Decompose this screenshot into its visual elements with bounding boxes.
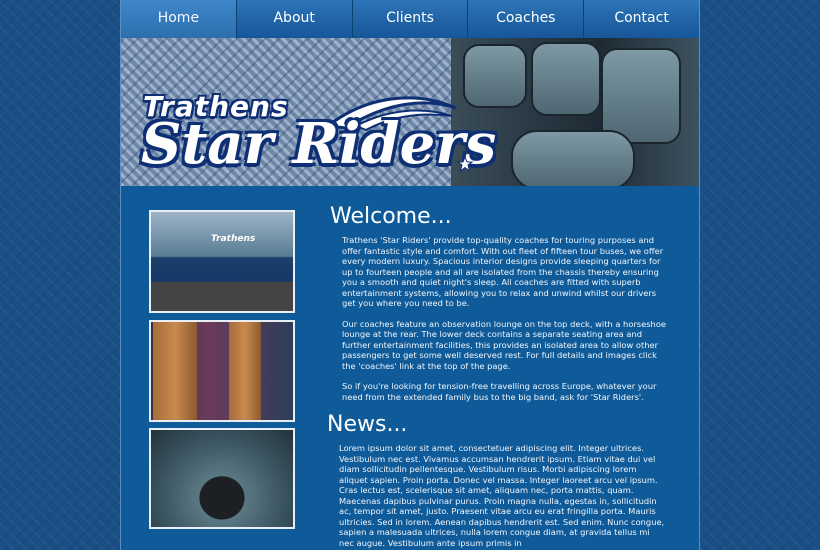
star-icon	[457, 156, 473, 172]
news-heading: News...	[327, 412, 408, 437]
seat-shape	[463, 44, 527, 108]
nav-home[interactable]: Home	[121, 0, 237, 38]
main-nav: Home About Clients Coaches Contact	[121, 0, 699, 38]
news-text: Lorem ipsum dolor sit amet, consectetuer…	[339, 443, 665, 548]
bus-lettering: Trathens	[211, 234, 256, 244]
intro-paragraph-2: Our coaches feature an observation loung…	[342, 318, 666, 371]
nav-clients[interactable]: Clients	[352, 0, 469, 38]
nav-coaches[interactable]: Coaches	[468, 0, 585, 38]
welcome-heading: Welcome...	[330, 204, 452, 229]
coach-exterior-photo: Trathens	[149, 210, 295, 313]
seat-shape	[511, 130, 635, 186]
sleeping-quarters-photo	[149, 320, 295, 422]
header-banner: Trathens Star Riders	[121, 38, 699, 186]
nav-about[interactable]: About	[236, 0, 353, 38]
seat-shape	[531, 42, 601, 116]
intro-paragraph-1: Trathens 'Star Riders' provide top-quali…	[342, 235, 664, 308]
page-container: Home About Clients Coaches Contact Trath…	[120, 0, 700, 550]
lounge-photo	[149, 428, 295, 529]
intro-paragraph-3: So if you're looking for tension-free tr…	[342, 381, 657, 402]
main-content: Welcome... Trathens 'Star Riders' provid…	[327, 204, 667, 548]
nav-contact[interactable]: Contact	[584, 0, 699, 38]
curtain-shape	[229, 322, 261, 420]
curtain-shape	[153, 322, 197, 420]
logo-star-riders: Star Riders	[141, 111, 497, 177]
